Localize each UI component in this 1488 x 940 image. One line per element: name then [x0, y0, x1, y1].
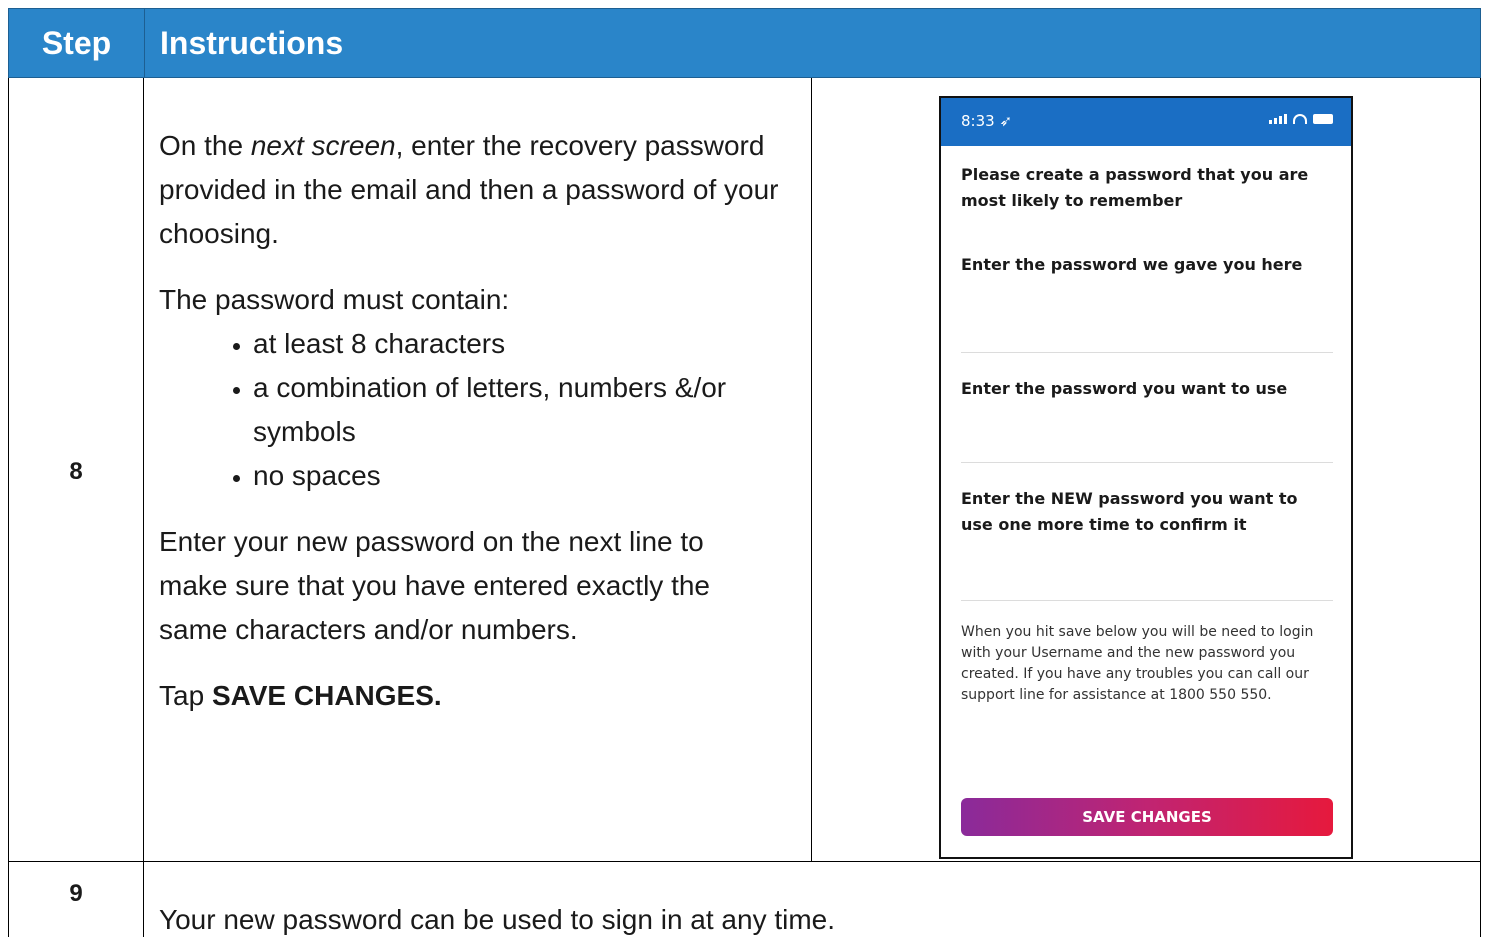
tap-action-name: SAVE CHANGES. — [211, 680, 442, 711]
requirements-list: at least 8 characters a combination of l… — [159, 322, 789, 498]
status-bar: 8:33 ➶ — [941, 98, 1351, 146]
step-column-divider — [143, 78, 144, 937]
table-header: Step Instructions — [8, 8, 1481, 78]
table-left-border — [8, 78, 9, 937]
intro-paragraph: On the next screen, enter the recovery p… — [159, 124, 789, 256]
current-password-label: Enter the password we gave you here — [961, 255, 1303, 274]
status-icons — [1269, 114, 1333, 124]
final-instruction: Your new password can be used to sign in… — [159, 904, 836, 935]
new-password-label: Enter the password you want to use — [961, 379, 1288, 398]
row-divider — [8, 861, 1481, 862]
status-time: 8:33 ➶ — [961, 112, 1013, 130]
save-note: When you hit save below you will be need… — [961, 624, 1314, 703]
intro-text-a: On the — [159, 130, 251, 161]
requirement-item: at least 8 characters — [253, 322, 789, 366]
instruction-text: On the next screen, enter the recovery p… — [159, 124, 789, 718]
step-number-8: 8 — [69, 458, 83, 485]
intro-emphasis: next screen — [250, 130, 396, 161]
tap-prefix: Tap — [159, 680, 212, 711]
battery-icon — [1313, 114, 1333, 124]
requirement-item: a combination of letters, numbers &/or s… — [253, 366, 789, 454]
save-changes-button[interactable]: SAVE CHANGES — [961, 798, 1333, 836]
form-heading: Please create a password that you are mo… — [961, 165, 1309, 210]
wifi-icon — [1293, 114, 1307, 124]
header-divider — [144, 9, 145, 77]
requirements-intro: The password must contain: — [159, 284, 510, 315]
step-number-9: 9 — [69, 880, 83, 907]
signal-icon — [1269, 114, 1287, 124]
requirement-item: no spaces — [253, 454, 789, 498]
confirm-password-field[interactable] — [961, 600, 1333, 601]
table-right-border — [1480, 78, 1481, 937]
confirm-password-label: Enter the NEW password you want to use o… — [961, 489, 1298, 534]
header-instructions: Instructions — [160, 24, 344, 61]
tap-instruction: Tap SAVE CHANGES. — [159, 674, 789, 718]
confirm-paragraph: Enter your new password on the next line… — [159, 526, 710, 645]
current-password-field[interactable] — [961, 352, 1333, 353]
instruction-table: Step Instructions 8 On the next screen, … — [0, 0, 1488, 937]
image-column-divider — [811, 78, 812, 861]
phone-screenshot: 8:33 ➶ Please create a password that you… — [939, 96, 1353, 859]
header-step: Step — [41, 24, 112, 61]
new-password-field[interactable] — [961, 462, 1333, 463]
